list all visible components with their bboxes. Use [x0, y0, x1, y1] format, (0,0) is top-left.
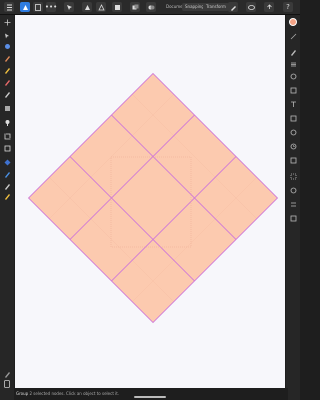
- studio-panel: [286, 15, 300, 400]
- eyedropper-tool-icon[interactable]: [2, 191, 12, 201]
- text-tool-icon[interactable]: [2, 143, 12, 153]
- stock-panel-icon[interactable]: [288, 113, 298, 123]
- history-panel-icon[interactable]: [288, 141, 298, 151]
- color-picker-icon[interactable]: [2, 157, 12, 167]
- color-panel-icon[interactable]: [289, 18, 297, 26]
- preview-icon[interactable]: [246, 2, 256, 12]
- arrange-icon[interactable]: [112, 2, 122, 12]
- effects-panel-icon[interactable]: [288, 71, 298, 81]
- layers-icon[interactable]: [146, 2, 156, 12]
- undo-icon[interactable]: [2, 369, 12, 379]
- brush-tool-icon[interactable]: [2, 65, 12, 75]
- export-icon[interactable]: [264, 2, 274, 12]
- pencil-tool-icon[interactable]: [2, 53, 12, 63]
- move-icon[interactable]: [64, 2, 74, 12]
- transparency-tool-icon[interactable]: [2, 103, 12, 113]
- more-icon[interactable]: •••: [45, 2, 57, 12]
- align-icon[interactable]: [96, 2, 106, 12]
- shape-tool-icon[interactable]: [2, 131, 12, 141]
- crop-tool-icon[interactable]: [2, 117, 12, 127]
- document-icon[interactable]: [33, 2, 43, 12]
- fill-tool-icon[interactable]: [2, 77, 12, 87]
- constraints-panel-icon[interactable]: [288, 185, 298, 195]
- brush-panel-icon[interactable]: [288, 47, 298, 57]
- node-tool-icon[interactable]: [2, 31, 12, 41]
- boolean-icon[interactable]: [82, 2, 92, 12]
- move-tool-icon[interactable]: [2, 17, 12, 27]
- home-indicator: [134, 396, 166, 398]
- symbols-panel-icon[interactable]: [288, 171, 298, 181]
- zoom-tool-icon[interactable]: [2, 169, 12, 179]
- status-bar: Group 2 selected nodes. Click an object …: [14, 388, 288, 400]
- transform-dropdown[interactable]: Transform: [203, 3, 229, 11]
- status-message: 2 selected nodes. Click an object to sel…: [29, 391, 120, 396]
- styles-panel-icon[interactable]: [288, 85, 298, 95]
- assets-panel-icon[interactable]: [288, 199, 298, 209]
- view-icon[interactable]: [130, 2, 140, 12]
- text-styles-panel-icon[interactable]: [288, 99, 298, 109]
- brush-settings-icon[interactable]: [228, 2, 238, 12]
- diamond-shape[interactable]: [28, 73, 278, 323]
- top-toolbar: ••• Document Snapping Transform ?: [0, 0, 300, 15]
- stroke-panel-icon[interactable]: [288, 31, 298, 41]
- transform-panel-icon[interactable]: [288, 127, 298, 137]
- canvas[interactable]: [15, 15, 285, 388]
- layers-panel-icon[interactable]: [288, 59, 298, 69]
- gradient-tool-icon[interactable]: [2, 89, 12, 99]
- view-tool-icon[interactable]: [2, 181, 12, 191]
- help-icon[interactable]: ?: [283, 2, 293, 12]
- swatches-panel-icon[interactable]: [288, 213, 298, 223]
- pen-tool-icon[interactable]: [2, 41, 12, 51]
- status-layer-name: Group: [16, 391, 29, 396]
- artwork[interactable]: [15, 15, 285, 388]
- menu-icon[interactable]: [4, 2, 14, 12]
- phone-icon[interactable]: [2, 379, 12, 389]
- navigator-panel-icon[interactable]: [288, 155, 298, 165]
- persona-icon[interactable]: [20, 2, 30, 12]
- tools-panel: [0, 15, 14, 400]
